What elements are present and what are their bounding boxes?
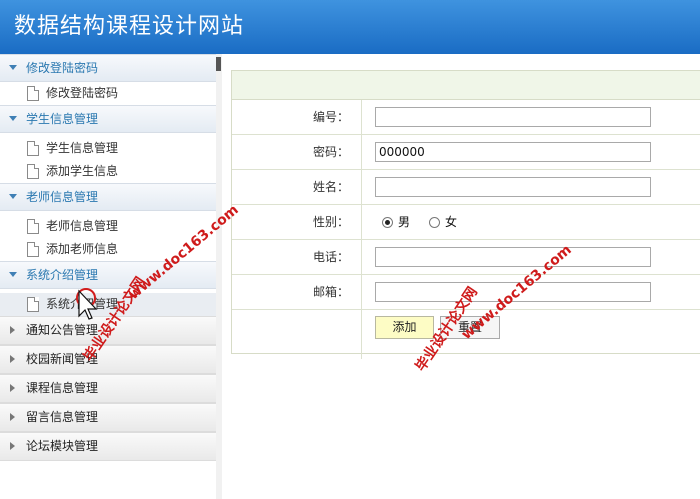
radio-unchecked-icon[interactable]: [429, 217, 440, 228]
document-icon: [27, 242, 39, 257]
document-icon: [27, 86, 39, 101]
sidebar-group-message[interactable]: 留言信息管理: [0, 403, 216, 432]
sidebar-item-label: 学生信息管理: [46, 141, 119, 155]
sidebar-item-student-manage[interactable]: 学生信息管理: [0, 137, 216, 160]
sidebar-item-label: 添加学生信息: [46, 164, 119, 178]
form-row-password: 密码：: [232, 135, 700, 170]
chevron-right-icon: [10, 326, 15, 334]
number-label: 编号：: [232, 100, 362, 134]
chevron-right-icon: [10, 413, 15, 421]
email-label: 邮箱：: [232, 275, 362, 309]
form-row-name: 姓名：: [232, 170, 700, 205]
chevron-right-icon: [10, 442, 15, 450]
document-icon: [27, 141, 39, 156]
name-label: 姓名：: [232, 170, 362, 204]
sidebar-group-label: 修改登陆密码: [26, 61, 99, 75]
sidebar-group-label: 学生信息管理: [26, 112, 99, 126]
document-icon: [27, 164, 39, 179]
actions-label-cell: [232, 310, 362, 359]
chevron-down-icon: [9, 65, 17, 70]
form-row-gender: 性别： 男 女: [232, 205, 700, 240]
name-input[interactable]: [375, 177, 651, 197]
add-button[interactable]: 添加: [375, 316, 434, 339]
gender-female-option[interactable]: 女: [429, 214, 457, 230]
sidebar-splitter[interactable]: [216, 54, 222, 499]
document-icon: [27, 297, 39, 312]
phone-label: 电话：: [232, 240, 362, 274]
sidebar-group-teacher[interactable]: 老师信息管理: [0, 183, 216, 211]
sidebar: 修改登陆密码 修改登陆密码 学生信息管理 学生信息管理 添加学生信息 老师信息管…: [0, 54, 217, 499]
document-icon: [27, 219, 39, 234]
number-input[interactable]: [375, 107, 651, 127]
sidebar-item-label: 修改登陆密码: [46, 86, 119, 100]
sidebar-group-label: 留言信息管理: [26, 410, 99, 424]
chevron-right-icon: [10, 384, 15, 392]
phone-input[interactable]: [375, 247, 651, 267]
header-bar: 数据结构课程设计网站: [0, 0, 700, 54]
sidebar-item-student-add[interactable]: 添加学生信息: [0, 160, 216, 183]
sidebar-group-label: 论坛模块管理: [26, 439, 99, 453]
password-label: 密码：: [232, 135, 362, 169]
sidebar-item-change-password[interactable]: 修改登陆密码: [0, 82, 216, 105]
gender-female-label: 女: [445, 215, 458, 229]
form-row-number: 编号：: [232, 100, 700, 135]
sidebar-item-label: 老师信息管理: [46, 219, 119, 233]
sidebar-group-label: 系统介绍管理: [26, 268, 99, 282]
gender-male-label: 男: [398, 215, 411, 229]
sidebar-group-label: 老师信息管理: [26, 190, 99, 204]
sidebar-item-teacher-manage[interactable]: 老师信息管理: [0, 215, 216, 238]
chevron-down-icon: [9, 194, 17, 199]
chevron-right-icon: [10, 355, 15, 363]
chevron-down-icon: [9, 272, 17, 277]
site-title: 数据结构课程设计网站: [14, 14, 245, 39]
sidebar-group-student[interactable]: 学生信息管理: [0, 105, 216, 133]
form-header-bar: [232, 71, 700, 100]
sidebar-item-label: 添加老师信息: [46, 242, 119, 256]
radio-checked-icon[interactable]: [382, 217, 393, 228]
form-row-phone: 电话：: [232, 240, 700, 275]
sidebar-group-label: 课程信息管理: [26, 381, 99, 395]
sidebar-group-change-password[interactable]: 修改登陆密码: [0, 54, 216, 82]
password-input[interactable]: [375, 142, 651, 162]
chevron-down-icon: [9, 116, 17, 121]
sidebar-group-news[interactable]: 校园新闻管理: [0, 345, 216, 374]
sidebar-group-system-intro[interactable]: 系统介绍管理: [0, 261, 216, 289]
sidebar-group-forum[interactable]: 论坛模块管理: [0, 432, 216, 461]
collapse-handle-icon[interactable]: [216, 57, 221, 71]
gender-label: 性别：: [232, 205, 362, 239]
gender-male-option[interactable]: 男: [382, 214, 410, 230]
sidebar-group-course[interactable]: 课程信息管理: [0, 374, 216, 403]
